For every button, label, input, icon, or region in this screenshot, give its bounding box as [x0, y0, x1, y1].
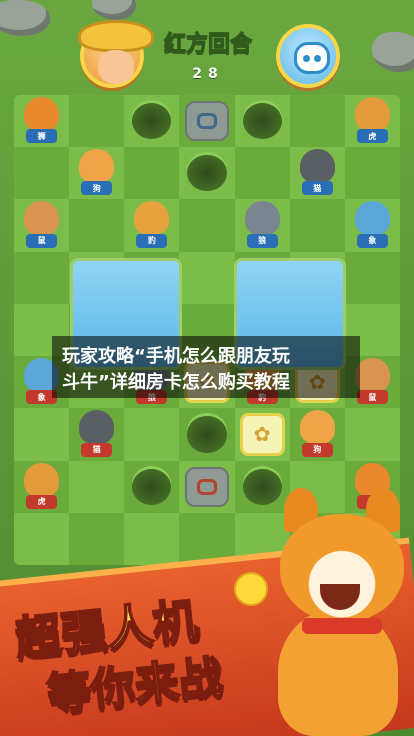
- board-cell[interactable]: [179, 460, 235, 513]
- board-cell[interactable]: [344, 408, 400, 461]
- board-cell[interactable]: 豹: [124, 199, 180, 252]
- mascot-scarf: [302, 618, 382, 634]
- robot-eye-icon: [314, 55, 321, 62]
- piece-label: 狗: [301, 442, 333, 457]
- piece-label: 鼠: [356, 390, 388, 405]
- player-face-icon: [98, 50, 134, 84]
- piece-label: 猫: [81, 442, 113, 457]
- lion-icon: [24, 97, 60, 131]
- cat-icon: [79, 410, 115, 445]
- piece-label: 狼: [246, 233, 278, 248]
- board-cell[interactable]: [14, 408, 70, 461]
- board-cell[interactable]: ✿: [234, 408, 290, 461]
- board-cell[interactable]: 狗: [69, 147, 125, 200]
- board-cell[interactable]: [69, 199, 125, 252]
- board-cell[interactable]: 鼠: [14, 199, 70, 252]
- blue-cat-piece[interactable]: 猫: [292, 147, 343, 197]
- piece-label: 狮: [26, 129, 58, 144]
- trap-hole: [187, 155, 227, 192]
- turn-header: 红方回合 28: [0, 0, 414, 100]
- blue-rat-piece[interactable]: 鼠: [16, 199, 67, 249]
- board-cell[interactable]: [124, 95, 180, 148]
- robot-eye-icon: [303, 55, 310, 62]
- blue-leopard-piece[interactable]: 豹: [126, 199, 177, 249]
- board-cell[interactable]: [179, 408, 235, 461]
- board-cell[interactable]: [14, 147, 70, 200]
- explorer-hat-icon: [78, 20, 154, 52]
- piece-label: 象: [356, 233, 388, 248]
- paw-move-hint-icon[interactable]: ✿: [239, 413, 285, 456]
- board-cell[interactable]: 虎: [344, 95, 400, 148]
- tiger-icon: [354, 97, 390, 131]
- piece-label: 虎: [26, 494, 58, 509]
- board-cell[interactable]: [69, 95, 125, 148]
- blue-tiger-piece[interactable]: 虎: [347, 95, 398, 145]
- board-cell[interactable]: 狮: [14, 95, 70, 148]
- dog-icon: [79, 149, 115, 184]
- board-cell[interactable]: [179, 251, 235, 304]
- article-title-overlay: 玩家攻略“手机怎么跟朋友玩 斗牛”详细房卡怎么购买教程: [52, 336, 360, 398]
- cat-icon: [299, 149, 335, 184]
- board-cell[interactable]: [289, 199, 345, 252]
- trap-hole: [242, 103, 282, 140]
- board-cell[interactable]: 狼: [234, 199, 290, 252]
- rat-icon: [354, 358, 390, 393]
- red-cat-piece[interactable]: 猫: [71, 408, 122, 458]
- blue-elephant-piece[interactable]: 象: [347, 199, 398, 249]
- red-den-icon: [185, 466, 229, 507]
- player-avatar[interactable]: [78, 20, 154, 88]
- piece-label: 豹: [136, 233, 168, 248]
- piece-label: 猫: [301, 181, 333, 196]
- piece-label: 虎: [356, 129, 388, 144]
- board-cell[interactable]: [179, 95, 235, 148]
- blue-dog-piece[interactable]: 狗: [71, 147, 122, 197]
- board-cell[interactable]: 猫: [289, 147, 345, 200]
- board-cell[interactable]: [124, 147, 180, 200]
- board-cell[interactable]: [234, 147, 290, 200]
- article-title-line-2: 斗牛”详细房卡怎么购买教程: [62, 372, 290, 393]
- blue-lion-piece[interactable]: 狮: [16, 95, 67, 145]
- trap-hole: [187, 416, 227, 453]
- ai-avatar[interactable]: [276, 24, 340, 88]
- robot-avatar-icon: [294, 42, 330, 74]
- article-title-line-1: 玩家攻略“手机怎么跟朋友玩: [62, 346, 290, 367]
- board-cell[interactable]: 狗: [289, 408, 345, 461]
- board-cell[interactable]: [344, 251, 400, 304]
- board-cell[interactable]: [289, 95, 345, 148]
- trap-hole: [132, 468, 172, 505]
- board-cell[interactable]: [124, 460, 180, 513]
- red-tiger-piece[interactable]: 虎: [16, 461, 67, 511]
- red-dog-piece[interactable]: 狗: [292, 408, 343, 458]
- blue-wolf-piece[interactable]: 狼: [237, 199, 288, 249]
- board-cell[interactable]: [14, 251, 70, 304]
- turn-count: 28: [192, 66, 224, 82]
- board-cell[interactable]: 猫: [69, 408, 125, 461]
- tiger-icon: [24, 462, 60, 497]
- board-cell[interactable]: [344, 147, 400, 200]
- blue-den-icon: [185, 101, 229, 142]
- board-cell[interactable]: [234, 95, 290, 148]
- piece-label: 狗: [81, 181, 113, 196]
- elephant-icon: [354, 201, 390, 236]
- game-stage: 红方回合 28 狮 虎 狗 猫 鼠 豹 狼 象 象 鼠 猫 ✿ 狗 虎 玩家攻略…: [0, 0, 414, 736]
- shiba-dog-mascot: [258, 488, 408, 736]
- turn-title: 红方回合: [163, 32, 252, 58]
- board-cell[interactable]: [124, 408, 180, 461]
- trap-hole: [132, 103, 172, 140]
- board-cell[interactable]: [179, 147, 235, 200]
- rat-icon: [24, 201, 60, 236]
- board-cell[interactable]: [179, 199, 235, 252]
- wolf-icon: [244, 201, 280, 236]
- dog-icon: [299, 410, 335, 445]
- leopard-icon: [134, 201, 170, 236]
- piece-label: 鼠: [26, 233, 58, 248]
- board-cell[interactable]: 虎: [14, 460, 70, 513]
- board-cell[interactable]: 象: [344, 199, 400, 252]
- board-cell[interactable]: [69, 460, 125, 513]
